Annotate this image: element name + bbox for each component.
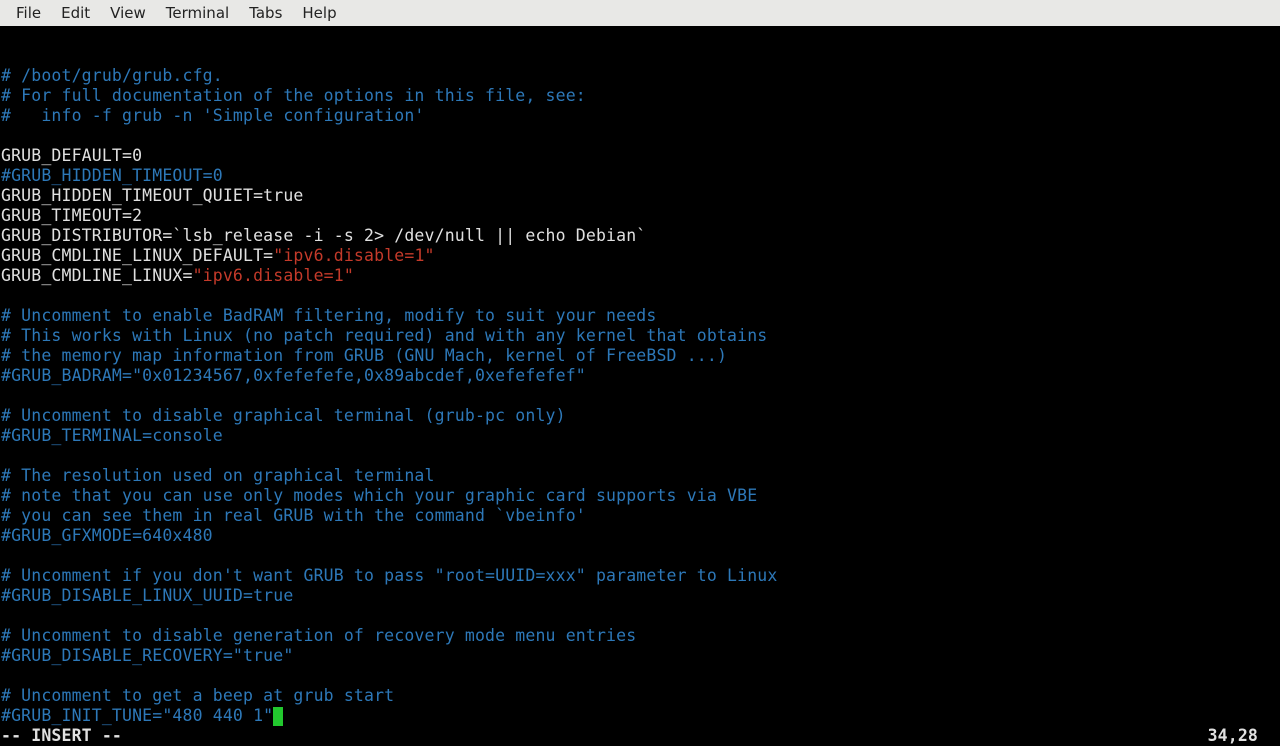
editor-line: # For full documentation of the options … (1, 86, 1280, 106)
editor-line: # Uncomment to enable BadRAM filtering, … (1, 306, 1280, 326)
code-span-comment: # This works with Linux (no patch requir… (1, 326, 767, 345)
editor-line (1, 546, 1280, 566)
code-span-comment: #GRUB_TERMINAL=console (1, 426, 223, 445)
editor-line (1, 126, 1280, 146)
editor-line: GRUB_DISTRIBUTOR=`lsb_release -i -s 2> /… (1, 226, 1280, 246)
menubar: File Edit View Terminal Tabs Help (0, 0, 1280, 26)
editor-line: #GRUB_TERMINAL=console (1, 426, 1280, 446)
code-span-normal: GRUB_CMDLINE_LINUX_DEFAULT= (1, 246, 273, 265)
menu-edit[interactable]: Edit (51, 0, 100, 26)
code-span-comment: # Uncomment to disable generation of rec… (1, 626, 636, 645)
editor-line: GRUB_HIDDEN_TIMEOUT_QUIET=true (1, 186, 1280, 206)
editor-line: # Uncomment to get a beep at grub start (1, 686, 1280, 706)
code-span-comment: # Uncomment if you don't want GRUB to pa… (1, 566, 777, 585)
code-span-comment: # For full documentation of the options … (1, 86, 586, 105)
editor-line: # note that you can use only modes which… (1, 486, 1280, 506)
editor-line: # The resolution used on graphical termi… (1, 466, 1280, 486)
code-span-normal: GRUB_TIMEOUT=2 (1, 206, 142, 225)
terminal-editor[interactable]: # /boot/grub/grub.cfg.# For full documen… (0, 26, 1280, 746)
editor-line: # you can see them in real GRUB with the… (1, 506, 1280, 526)
editor-line (1, 606, 1280, 626)
editor-line: #GRUB_INIT_TUNE="480 440 1" (1, 706, 1280, 726)
vim-cursor-position: 34,28 (1208, 726, 1280, 746)
code-span-comment: #GRUB_INIT_TUNE="480 440 1" (1, 706, 273, 725)
editor-line: # info -f grub -n 'Simple configuration' (1, 106, 1280, 126)
code-span-normal: GRUB_DISTRIBUTOR=`lsb_release -i -s 2> /… (1, 226, 646, 245)
editor-line: # Uncomment to disable graphical termina… (1, 406, 1280, 426)
code-span-comment: # The resolution used on graphical termi… (1, 466, 435, 485)
code-span-comment: #GRUB_BADRAM="0x01234567,0xfefefefe,0x89… (1, 366, 586, 385)
text-cursor (273, 707, 283, 726)
code-span-comment: #GRUB_DISABLE_LINUX_UUID=true (1, 586, 293, 605)
editor-line: #GRUB_GFXMODE=640x480 (1, 526, 1280, 546)
editor-line: #GRUB_DISABLE_RECOVERY="true" (1, 646, 1280, 666)
code-span-comment: # you can see them in real GRUB with the… (1, 506, 586, 525)
code-span-comment: # info -f grub -n 'Simple configuration' (1, 106, 425, 125)
vim-mode-indicator: -- INSERT -- (0, 726, 122, 746)
menu-file[interactable]: File (6, 0, 51, 26)
editor-line (1, 446, 1280, 466)
editor-line (1, 666, 1280, 686)
editor-line: GRUB_CMDLINE_LINUX="ipv6.disable=1" (1, 266, 1280, 286)
code-span-comment: # /boot/grub/grub.cfg. (1, 66, 223, 85)
code-span-comment: # Uncomment to disable graphical termina… (1, 406, 566, 425)
code-span-comment: #GRUB_HIDDEN_TIMEOUT=0 (1, 166, 223, 185)
editor-line: #GRUB_DISABLE_LINUX_UUID=true (1, 586, 1280, 606)
editor-line (1, 386, 1280, 406)
code-span-normal: GRUB_CMDLINE_LINUX= (1, 266, 193, 285)
editor-line: # This works with Linux (no patch requir… (1, 326, 1280, 346)
menu-tabs[interactable]: Tabs (239, 0, 292, 26)
code-span-normal: GRUB_HIDDEN_TIMEOUT_QUIET=true (1, 186, 304, 205)
code-span-string: "ipv6.disable=1" (273, 246, 434, 265)
editor-line (1, 286, 1280, 306)
editor-line: # Uncomment if you don't want GRUB to pa… (1, 566, 1280, 586)
code-span-normal: GRUB_DEFAULT=0 (1, 146, 142, 165)
code-span-comment: # Uncomment to get a beep at grub start (1, 686, 394, 705)
editor-line: # the memory map information from GRUB (… (1, 346, 1280, 366)
code-span-comment: #GRUB_GFXMODE=640x480 (1, 526, 213, 545)
code-span-comment: # note that you can use only modes which… (1, 486, 757, 505)
code-span-comment: # Uncomment to enable BadRAM filtering, … (1, 306, 656, 325)
code-span-comment: # the memory map information from GRUB (… (1, 346, 727, 365)
code-span-string: "ipv6.disable=1" (193, 266, 354, 285)
vim-status-bar: -- INSERT -- 34,28 (0, 726, 1280, 746)
editor-line: #GRUB_HIDDEN_TIMEOUT=0 (1, 166, 1280, 186)
editor-line: GRUB_DEFAULT=0 (1, 146, 1280, 166)
editor-line: # /boot/grub/grub.cfg. (1, 66, 1280, 86)
menu-terminal[interactable]: Terminal (156, 0, 239, 26)
menu-view[interactable]: View (100, 0, 156, 26)
code-span-comment: #GRUB_DISABLE_RECOVERY="true" (1, 646, 293, 665)
editor-line: #GRUB_BADRAM="0x01234567,0xfefefefe,0x89… (1, 366, 1280, 386)
editor-line: GRUB_TIMEOUT=2 (1, 206, 1280, 226)
editor-line: # Uncomment to disable generation of rec… (1, 626, 1280, 646)
editor-line: GRUB_CMDLINE_LINUX_DEFAULT="ipv6.disable… (1, 246, 1280, 266)
menu-help[interactable]: Help (292, 0, 346, 26)
